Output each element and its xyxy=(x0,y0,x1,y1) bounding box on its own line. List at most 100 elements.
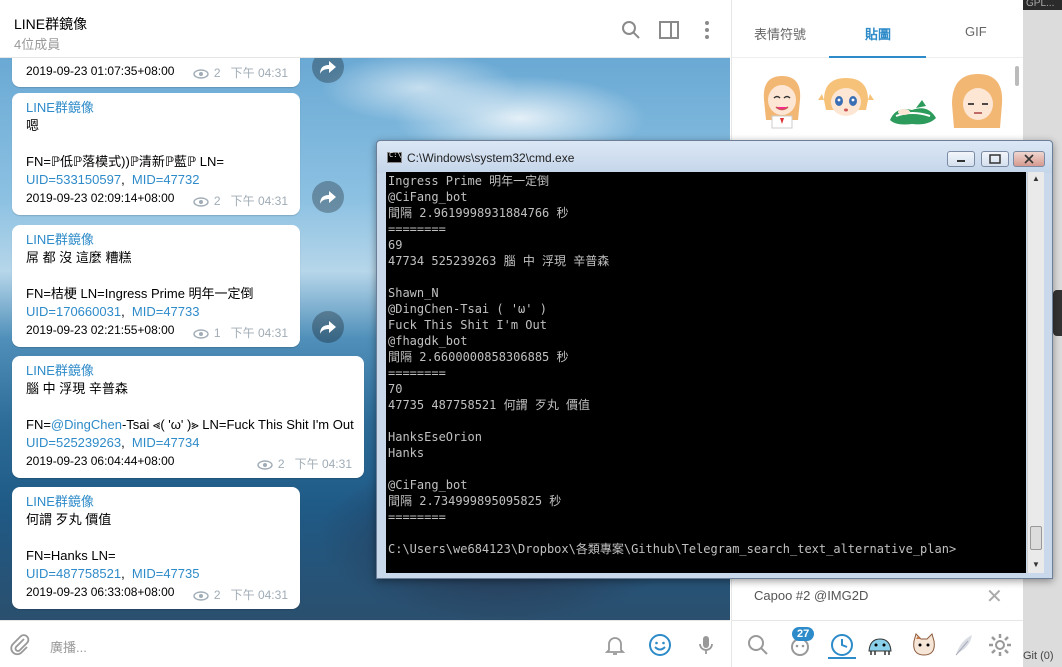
console-prompt[interactable]: C:\Users\we684123\Dropbox\各類專案\Github\Te… xyxy=(388,541,956,557)
tab-emoji[interactable]: 表情符號 xyxy=(754,24,806,43)
message-bubble[interactable]: LINE群鏡像 何謂 歹丸 價值 FN=Hanks LN= UID=487758… xyxy=(12,487,300,609)
forward-button[interactable] xyxy=(312,311,344,343)
bell-icon[interactable] xyxy=(603,633,627,657)
message-time: 下午 04:31 xyxy=(230,588,288,602)
console-line: ======== xyxy=(388,222,446,236)
message-sender[interactable]: LINE群鏡像 xyxy=(26,493,286,511)
search-icon[interactable] xyxy=(620,19,642,41)
views-icon xyxy=(192,197,209,207)
message-text: 腦 中 浮現 辛普森 xyxy=(26,381,128,396)
message-text: 屌 都 沒 這麼 糟糕 xyxy=(26,250,132,265)
message-sender[interactable]: LINE群鏡像 xyxy=(26,99,286,117)
maximize-button[interactable] xyxy=(981,151,1009,167)
close-button[interactable] xyxy=(1013,151,1045,167)
tab-stickers[interactable]: 貼圖 xyxy=(865,24,891,43)
uid-link[interactable]: UID=533150597 xyxy=(26,172,121,187)
views-icon xyxy=(192,69,209,79)
message-time: 下午 04:31 xyxy=(230,66,288,80)
sticker-set-capoo-icon[interactable] xyxy=(866,631,894,659)
sticker-set-feather-icon[interactable] xyxy=(950,631,978,659)
scroll-down-icon[interactable]: ▼ xyxy=(1032,560,1040,569)
close-icon[interactable]: ✕ xyxy=(986,584,1003,609)
message-sender[interactable]: LINE群鏡像 xyxy=(26,231,286,249)
search-icon[interactable] xyxy=(744,631,772,659)
console-scrollbar[interactable]: ▲ ▼ xyxy=(1027,172,1044,573)
uid-link[interactable]: UID=487758521 xyxy=(26,566,121,581)
sticker-set-cat-icon[interactable] xyxy=(910,631,938,659)
sticker-3[interactable] xyxy=(882,70,942,130)
chat-header[interactable]: LINE群鏡像 4位成員 xyxy=(0,0,730,58)
sticker-2[interactable] xyxy=(816,70,876,130)
uid-link[interactable]: UID=170660031 xyxy=(26,304,121,319)
console-line: @DingChen-Tsai ( 'ω' ) xyxy=(388,302,547,316)
recent-icon[interactable] xyxy=(828,631,856,659)
git-status[interactable]: Git (0) xyxy=(1023,650,1054,662)
mid-link[interactable]: MID=47734 xyxy=(132,435,200,450)
message-meta: 2 下午 04:31 xyxy=(192,64,288,81)
console-line: ======== xyxy=(388,510,446,524)
message-bubble[interactable]: LINE群鏡像 腦 中 浮現 辛普森 FN=@DingChen-Tsai ⪡( … xyxy=(12,356,364,478)
console-line: 70 xyxy=(388,382,403,396)
console-line: 69 xyxy=(388,238,403,252)
sticker-4[interactable] xyxy=(946,70,1006,130)
message-meta: 2 下午 04:31 xyxy=(256,455,352,472)
message-bubble[interactable]: LINE群鏡像 嗯 FN=ℙ低ℙ落模式))ℙ清新ℙ藍ℙ LN= UID=5331… xyxy=(12,93,300,215)
new-stickers-badge: 27 xyxy=(792,627,815,641)
console-line: 間隔 2.734999895095825 秒 xyxy=(388,494,562,508)
console-line: ======== xyxy=(388,366,446,380)
scroll-up-icon[interactable]: ▲ xyxy=(1032,174,1040,183)
console-line: Ingress Prime 明年一定倒 xyxy=(388,174,550,188)
message-time: 下午 04:31 xyxy=(230,194,288,208)
microphone-icon[interactable] xyxy=(694,633,718,657)
view-count: 1 xyxy=(213,326,221,340)
attach-icon[interactable] xyxy=(8,633,32,657)
maximize-icon xyxy=(989,154,1001,164)
close-icon xyxy=(1024,154,1034,164)
fn-prefix: FN= xyxy=(26,417,51,432)
emoji-icon[interactable] xyxy=(648,633,672,657)
cmd-window[interactable]: C:\Windows\system32\cmd.exe Ingress Prim… xyxy=(376,140,1053,579)
member-count: 4位成員 xyxy=(14,37,61,52)
mid-link[interactable]: MID=47733 xyxy=(132,304,200,319)
message-bubble[interactable]: LINE群鏡像 屌 都 沒 這麼 糟糕 FN=桔梗 LN=Ingress Pri… xyxy=(12,225,300,347)
mention-link[interactable]: @DingChen xyxy=(51,417,122,432)
composer-input[interactable]: 廣播... xyxy=(50,637,87,656)
mid-link[interactable]: MID=47732 xyxy=(132,172,200,187)
message-text: 嗯 xyxy=(26,118,40,133)
view-count: 2 xyxy=(213,194,221,208)
console-line: Hanks xyxy=(388,446,425,460)
forward-icon xyxy=(320,191,336,204)
console-line: 47734 525239263 腦 中 浮現 辛普森 xyxy=(388,254,610,268)
console-line: @CiFang_bot xyxy=(388,190,468,204)
cmd-titlebar[interactable]: C:\Windows\system32\cmd.exe xyxy=(377,141,1052,173)
message-sender[interactable]: LINE群鏡像 xyxy=(26,362,350,380)
chat-title[interactable]: LINE群鏡像 xyxy=(14,14,87,34)
mid-link[interactable]: MID=47735 xyxy=(132,566,200,581)
forward-icon xyxy=(320,61,336,74)
panel-scrollbar[interactable] xyxy=(1015,66,1019,86)
forward-button[interactable] xyxy=(312,181,344,213)
message-composer: 廣播... xyxy=(0,620,730,667)
console-output[interactable]: Ingress Prime 明年一定倒 @CiFang_bot 間隔 2.961… xyxy=(386,172,1026,573)
message-date: 2019-09-23 01:07:35+08:00 xyxy=(26,64,175,78)
message-text: FN=ℙ低ℙ落模式))ℙ清新ℙ藍ℙ LN= xyxy=(26,154,224,169)
minimize-button[interactable] xyxy=(947,151,975,167)
console-line: 間隔 2.9619998931884766 秒 xyxy=(388,206,569,220)
uid-link[interactable]: UID=525239263 xyxy=(26,435,121,450)
more-options-icon[interactable] xyxy=(696,19,718,41)
cmd-app-icon xyxy=(387,151,402,163)
view-count: 2 xyxy=(213,588,221,602)
message-meta: 1 下午 04:31 xyxy=(192,324,288,341)
message-text: 何謂 歹丸 價值 xyxy=(26,512,112,527)
console-line: @fhagdk_bot xyxy=(388,334,468,348)
console-line: HanksEseOrion xyxy=(388,430,482,444)
tab-gif[interactable]: GIF xyxy=(965,24,987,39)
scroll-thumb[interactable] xyxy=(1030,526,1042,550)
background-window-title: GPL... xyxy=(1026,0,1055,9)
sidebar-toggle-icon[interactable] xyxy=(658,19,680,41)
gear-icon[interactable] xyxy=(986,631,1014,659)
view-count: 2 xyxy=(213,66,221,80)
side-handle[interactable] xyxy=(1053,290,1062,336)
sticker-1[interactable] xyxy=(752,70,812,130)
console-line: Fuck This Shit I'm Out xyxy=(388,318,547,332)
